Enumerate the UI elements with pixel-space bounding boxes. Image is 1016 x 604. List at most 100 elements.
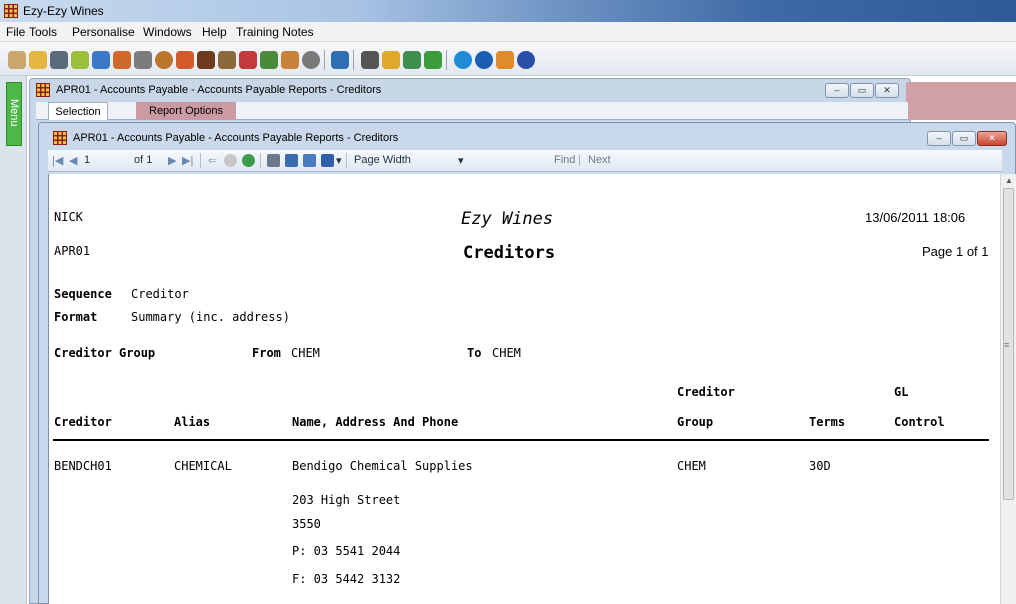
printer-stack-icon[interactable] bbox=[50, 51, 68, 69]
window-logo-icon bbox=[36, 83, 50, 97]
print-icon[interactable] bbox=[267, 154, 280, 167]
bookmark-icon[interactable] bbox=[496, 51, 514, 69]
row-alias: CHEMICAL bbox=[174, 459, 232, 473]
tab-report-options[interactable]: Report Options bbox=[136, 102, 236, 120]
page-setup-icon[interactable] bbox=[303, 154, 316, 167]
window-background-area bbox=[906, 82, 1016, 120]
print-layout-icon[interactable] bbox=[285, 154, 298, 167]
row-group: CHEM bbox=[677, 459, 706, 473]
col-group: Group bbox=[677, 415, 714, 429]
grapes-icon[interactable] bbox=[260, 51, 278, 69]
plant-icon[interactable] bbox=[403, 51, 421, 69]
info-icon[interactable] bbox=[475, 51, 493, 69]
report-tabs: Selection Report Options bbox=[36, 102, 908, 120]
screen-icon[interactable] bbox=[92, 51, 110, 69]
row-address-street: 203 High Street bbox=[292, 493, 401, 507]
page-number-input[interactable]: 1 bbox=[84, 154, 90, 166]
back-icon[interactable]: ⇐ bbox=[208, 154, 217, 167]
pot-icon[interactable] bbox=[176, 51, 194, 69]
row-creditor: BENDCH01 bbox=[54, 459, 112, 473]
catalogue-icon[interactable] bbox=[8, 51, 26, 69]
inner-restore-button[interactable]: ▭ bbox=[952, 131, 976, 146]
prev-page-icon[interactable]: ◀ bbox=[69, 154, 77, 167]
notes-icon[interactable] bbox=[331, 51, 349, 69]
menu-help[interactable]: Help bbox=[202, 25, 227, 39]
inner-minimize-button[interactable]: – bbox=[927, 131, 951, 146]
col-name-address-phone: Name, Address And Phone bbox=[292, 415, 459, 429]
to-value: CHEM bbox=[492, 346, 521, 360]
col-gl-control: Control bbox=[894, 415, 945, 429]
inner-close-button[interactable]: ✕ bbox=[977, 131, 1007, 146]
gear-icon[interactable] bbox=[302, 51, 320, 69]
package-icon[interactable] bbox=[382, 51, 400, 69]
first-page-icon[interactable]: |◀ bbox=[52, 154, 63, 167]
inner-window-logo-icon bbox=[53, 131, 67, 145]
menu-file[interactable]: File bbox=[6, 25, 25, 39]
find-link[interactable]: Find bbox=[554, 154, 575, 166]
outer-window-title: APR01 - Accounts Payable - Accounts Paya… bbox=[56, 84, 382, 96]
report-page-number: Page 1 of 1 bbox=[922, 244, 989, 259]
page-count-label: of 1 bbox=[134, 154, 153, 166]
menu-windows[interactable]: Windows bbox=[143, 25, 192, 39]
tag-icon[interactable] bbox=[71, 51, 89, 69]
row-phone: P: 03 5541 2044 bbox=[292, 544, 401, 558]
col-creditor: Creditor bbox=[54, 415, 112, 429]
scroll-grip-icon: ≡ bbox=[1004, 340, 1010, 350]
creditor-group-label: Creditor Group bbox=[54, 346, 156, 360]
people-icon[interactable] bbox=[113, 51, 131, 69]
col-alias: Alias bbox=[174, 415, 211, 429]
menu-personalise[interactable]: Personalise bbox=[72, 25, 135, 39]
from-value: CHEM bbox=[291, 346, 320, 360]
menu-side-tab[interactable]: Menu bbox=[6, 82, 22, 146]
export-dropdown-icon[interactable]: ▾ bbox=[336, 154, 342, 167]
tab-selection[interactable]: Selection bbox=[48, 102, 108, 120]
barrel-icon[interactable] bbox=[155, 51, 173, 69]
last-page-icon[interactable]: ▶| bbox=[182, 154, 193, 167]
outer-close-button[interactable]: ✕ bbox=[875, 83, 899, 98]
menu-tools[interactable]: Tools bbox=[29, 25, 57, 39]
wand-icon[interactable] bbox=[134, 51, 152, 69]
zoom-select[interactable]: Page Width bbox=[354, 154, 411, 166]
row-fax: F: 03 5442 3132 bbox=[292, 572, 401, 586]
report-code: APR01 bbox=[54, 244, 91, 258]
row-name: Bendigo Chemical Supplies bbox=[292, 459, 473, 473]
report-scrollbar[interactable]: ▲ ≡ bbox=[1000, 174, 1016, 604]
side-panel: Menu bbox=[0, 76, 27, 604]
to-label: To bbox=[467, 346, 482, 360]
sequence-label: Sequence bbox=[54, 287, 112, 301]
row-address-postcode: 3550 bbox=[292, 517, 321, 531]
pen-icon[interactable] bbox=[29, 51, 47, 69]
dollar-icon[interactable] bbox=[424, 51, 442, 69]
next-page-icon[interactable]: ▶ bbox=[168, 154, 176, 167]
col-gl-top: GL bbox=[894, 385, 909, 399]
app-title: Ezy-Ezy Wines bbox=[23, 4, 104, 18]
sequence-value: Creditor bbox=[131, 287, 189, 301]
next-link[interactable]: Next bbox=[588, 154, 611, 166]
outer-minimize-button[interactable]: – bbox=[825, 83, 849, 98]
export-icon[interactable] bbox=[321, 154, 334, 167]
menu-side-label: Menu bbox=[8, 99, 20, 127]
app-title-bar: Ezy-Ezy Wines bbox=[0, 0, 1016, 22]
chart-icon[interactable] bbox=[239, 51, 257, 69]
col-group-top: Creditor bbox=[677, 385, 735, 399]
menu-training-notes[interactable]: Training Notes bbox=[236, 25, 314, 39]
stop-icon[interactable] bbox=[224, 154, 237, 167]
bottle-icon[interactable] bbox=[218, 51, 236, 69]
report-company: Ezy Wines bbox=[461, 209, 554, 229]
col-terms: Terms bbox=[809, 415, 846, 429]
refresh-report-icon[interactable] bbox=[242, 154, 255, 167]
row-terms: 30D bbox=[809, 459, 831, 473]
scroll-up-icon[interactable]: ▲ bbox=[1005, 176, 1013, 185]
calculator-icon[interactable] bbox=[361, 51, 379, 69]
main-toolbar bbox=[0, 42, 1016, 76]
hammer-icon[interactable] bbox=[197, 51, 215, 69]
help-icon[interactable] bbox=[517, 51, 535, 69]
format-value: Summary (inc. address) bbox=[131, 310, 290, 324]
report-title: Creditors bbox=[463, 243, 556, 263]
refresh-icon[interactable] bbox=[454, 51, 472, 69]
outer-restore-button[interactable]: ▭ bbox=[850, 83, 874, 98]
zoom-dropdown-icon[interactable]: ▾ bbox=[458, 154, 464, 167]
box-icon[interactable] bbox=[281, 51, 299, 69]
app-logo-icon bbox=[4, 4, 18, 18]
report-toolbar: |◀ ◀ 1 of 1 ▶ ▶| ⇐ ▾ Page Width ▾ Find |… bbox=[48, 150, 1002, 172]
